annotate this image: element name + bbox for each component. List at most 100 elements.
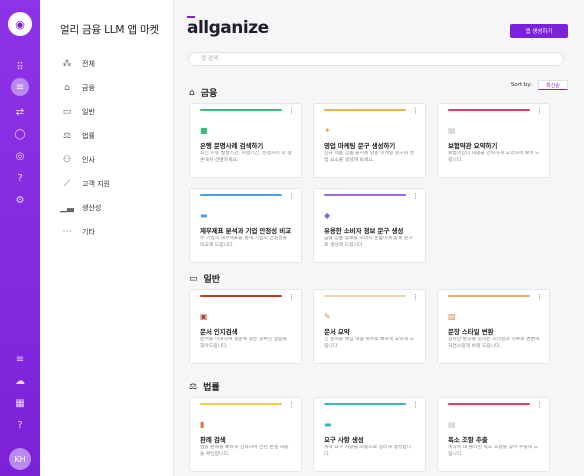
sidebar-item-4[interactable]: ⚇ 인사 — [60, 152, 95, 168]
menu-icon[interactable]: ≡ — [11, 350, 29, 368]
app-logo-icon[interactable]: ◉ — [8, 12, 32, 36]
avatar[interactable]: KH — [9, 448, 31, 470]
sort-label: Sort by: — [510, 82, 532, 88]
sidebar-item-label: 생산성 — [82, 204, 102, 212]
app-card[interactable]: ⋮ ■ 은행 문명사례 검색하기 최신 이슈 발생기관, 시행기간, 은행사이 의 결… — [189, 103, 302, 178]
sidebar-item-5[interactable]: ⟋ 고객 지원 — [60, 176, 110, 192]
card-accent-line — [324, 403, 406, 405]
app-card[interactable]: ⋮ ▤ 보험약관 요약하기 보험약관의 내용을 간략하게 요약하여 보여 드립니다. — [437, 103, 550, 178]
section-heading: ⚖ 법률 — [189, 380, 220, 394]
sidebar-item-0[interactable]: ⁂ 전체 — [60, 56, 95, 72]
more-options-icon[interactable]: ⋮ — [288, 107, 295, 115]
more-options-icon[interactable]: ⋮ — [288, 192, 295, 200]
briefcase-icon: ▭ — [189, 273, 198, 284]
sidebar-item-3[interactable]: ⚖ 법률 — [60, 128, 95, 144]
card-accent-line — [324, 194, 406, 196]
card-description: 보험약관의 내용을 간략하게 요약하여 보여 드립니다. — [448, 151, 540, 163]
grid-icon: ⁂ — [62, 59, 72, 69]
card-title: 판례 검색 — [200, 436, 226, 444]
app-card[interactable]: ⋮ ▬ 요구 사항 생성 계약 요구 사항을 자동으로 정리해 생성합니다. — [313, 397, 426, 472]
more-options-icon[interactable]: ⋮ — [536, 401, 543, 409]
card-title: 재무제표 분석과 기업 안정성 비교 — [200, 227, 291, 235]
card-accent-line — [200, 295, 282, 297]
card-title: 유용한 소비자 정보 문구 생성 — [324, 227, 404, 235]
card-title: 보험약관 요약하기 — [448, 142, 498, 150]
more-options-icon[interactable]: ⋮ — [412, 107, 419, 115]
new-app-button[interactable]: 앱 생성하기 — [510, 24, 568, 38]
people-icon: ⚇ — [62, 155, 72, 165]
sidebar-item-2[interactable]: ▭ 일반 — [60, 104, 95, 120]
settings-icon[interactable]: ⚙ — [11, 191, 29, 209]
card-accent-line — [200, 194, 282, 196]
category-sidebar: 얼리 금융 LLM 앱 마켓 ⁂ 전체 ⌂ 금융 ▭ 일반 ⚖ 법률 ⚇ 인사 ⟋ 고객 지원 ▁▃ 생산… — [40, 0, 174, 476]
gavel-icon: ⚖ — [62, 131, 72, 141]
section-heading: ⌂ 금융 — [189, 86, 218, 100]
card-description: 계약 요구 사항을 자동으로 정리해 생성합니다. — [324, 445, 412, 457]
user-icon[interactable]: ◯ — [11, 125, 29, 143]
section-title: 금융 — [200, 89, 218, 99]
search-input[interactable]: 앱 검색.. — [188, 52, 564, 66]
brand-logo: allganize — [187, 16, 269, 38]
gift-icon[interactable]: ▦ — [11, 394, 29, 412]
sidebar-item-label: 인사 — [82, 156, 95, 164]
card-accent-line — [200, 403, 282, 405]
market-icon[interactable]: ≡ — [11, 78, 29, 96]
app-card[interactable]: ⋮ ▤ 독소 조항 추출 계약서 내 불리한 독소 조항을 찾아 추출해 드립니다. — [437, 397, 550, 472]
app-icon: ✎ — [324, 312, 331, 321]
sidebar-item-6[interactable]: ▁▃ 생산성 — [60, 200, 101, 216]
sort-control: Sort by: 최신순 — [511, 80, 568, 90]
help-icon[interactable]: ? — [11, 169, 29, 187]
more-options-icon[interactable]: ⋮ — [288, 293, 295, 301]
app-card[interactable]: ⋮ ▬ 재무제표 분석과 기업 안정성 비교 두 기업의 재무제표를 통해 기업의 안… — [189, 188, 302, 263]
bar-chart-icon: ▁▃ — [60, 203, 74, 213]
chat-icon[interactable]: ◎ — [11, 147, 29, 165]
more-options-icon[interactable]: ⋮ — [536, 107, 543, 115]
brand-name: allganize — [187, 18, 269, 38]
card-accent-line — [324, 109, 406, 111]
question-icon[interactable]: ? — [11, 416, 29, 434]
sort-select[interactable]: 최신순 — [538, 80, 568, 90]
app-card[interactable]: ⋮ ▧ 문장 스타일 변환 입력한 문장을 원하는 스타일과 어투로 변환해 자연스럽… — [437, 289, 550, 364]
card-description: 문서를 이해하여 질문에 맞는 정확한 정답을 찾아드립니다. — [200, 337, 288, 349]
app-card[interactable]: ⋮ ▣ 문서 인지검색 문서를 이해하여 질문에 맞는 정확한 정답을 찾아드립니다. — [189, 289, 302, 364]
card-title: 문장 스타일 변환 — [448, 328, 494, 336]
card-description: 금융 상품 정보를 소비자 눈높이에 맞게 문구로 생성해 드립니다. — [324, 236, 413, 248]
app-card[interactable]: ⋮ ◆ 유용한 소비자 정보 문구 생성 금융 상품 정보를 소비자 눈높이에 맞게 … — [313, 188, 426, 263]
app-card[interactable]: ⋮ ▮ 판례 검색 법률 판례를 빠르게 검색하여 관련 판결 내용을 확인합니다. — [189, 397, 302, 472]
card-description: 계약서 내 불리한 독소 조항을 찾아 추출해 드립니다. — [448, 445, 539, 457]
card-description: 긴 문서를 핵심 내용 위주로 빠르게 요약해 드립니다. — [324, 337, 415, 349]
sidebar-item-label: 일반 — [82, 108, 95, 116]
app-icon: ▤ — [448, 126, 456, 135]
briefcase-icon: ▭ — [62, 107, 72, 117]
card-description: 법률 판례를 빠르게 검색하여 관련 판결 내용을 확인합니다. — [200, 445, 289, 457]
sidebar-item-label: 고객 지원 — [82, 180, 110, 188]
app-icon: ■ — [200, 126, 208, 135]
more-options-icon[interactable]: ⋮ — [412, 192, 419, 200]
brand-accent-bar — [187, 16, 195, 18]
card-title: 독소 조항 추출 — [448, 436, 488, 444]
gavel-icon: ⚖ — [189, 381, 198, 392]
more-options-icon[interactable]: ⋮ — [536, 293, 543, 301]
app-icon: ✦ — [324, 126, 331, 135]
grid-icon[interactable]: ⠿ — [11, 58, 29, 76]
app-icon: ▬ — [200, 211, 208, 220]
card-accent-line — [448, 109, 530, 111]
app-card[interactable]: ⋮ ✦ 영업 마케팅 문구 생성하기 신규 제품 상품 출시에 맞춘 마케팅 문구와 … — [313, 103, 426, 178]
section-title: 일반 — [203, 275, 221, 285]
app-icon: ▣ — [200, 312, 208, 321]
transfer-icon[interactable]: ⇄ — [11, 103, 29, 121]
app-rail: ◉ ⠿ ≡ ⇄ ◯ ◎ ? ⚙ ≡ ☁ ▦ ? KH — [0, 0, 40, 476]
more-options-icon[interactable]: ⋮ — [412, 293, 419, 301]
section-title: 법률 — [203, 383, 220, 393]
sidebar-item-7[interactable]: ⋯ 기타 — [60, 224, 95, 240]
card-description: 신규 제품 상품 출시에 맞춘 마케팅 문구와 영업 요소를 생성해 보세요. — [324, 151, 415, 163]
more-options-icon[interactable]: ⋮ — [288, 401, 295, 409]
more-options-icon[interactable]: ⋮ — [412, 401, 419, 409]
card-accent-line — [448, 295, 530, 297]
card-description: 두 기업의 재무제표를 통해 기업의 안정성을 비교해 드립니다. — [200, 236, 288, 248]
card-accent-line — [200, 109, 282, 111]
card-title: 문서 인지검색 — [200, 328, 238, 336]
cloud-icon[interactable]: ☁ — [11, 372, 29, 390]
sidebar-item-1[interactable]: ⌂ 금융 — [60, 80, 95, 96]
app-card[interactable]: ⋮ ✎ 문서 요약 긴 문서를 핵심 내용 위주로 빠르게 요약해 드립니다. — [313, 289, 426, 364]
